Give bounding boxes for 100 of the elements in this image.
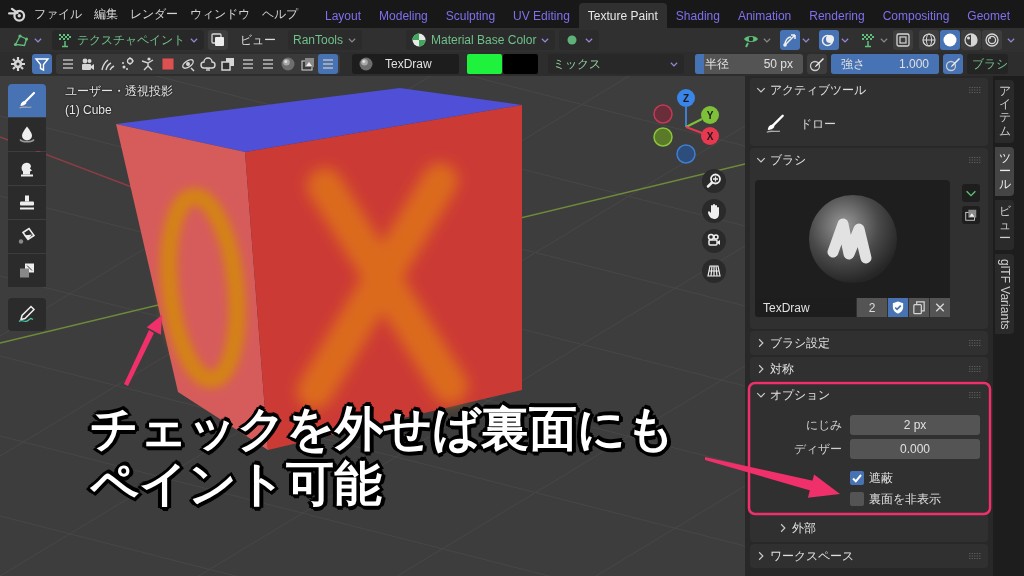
caret-icon <box>669 59 679 69</box>
blend-mode-dropdown[interactable]: ミックス <box>548 54 684 74</box>
grip-icon[interactable] <box>968 85 982 95</box>
pen-pressure-icon[interactable] <box>943 54 963 74</box>
sidebar-tab[interactable]: glTF Variants <box>995 253 1014 335</box>
workspace-tab[interactable]: Sculpting <box>436 3 505 28</box>
sidebar-tab[interactable]: アイテム <box>995 80 1014 143</box>
filter-icon[interactable] <box>32 54 52 74</box>
hand-icon[interactable] <box>702 199 726 223</box>
panel-header[interactable]: ブラシ設定 <box>750 331 988 355</box>
color-swatch-icon[interactable] <box>467 54 502 74</box>
image-icon[interactable] <box>962 206 980 224</box>
pen-pressure-icon[interactable] <box>807 54 827 74</box>
workspace-tab[interactable]: Rendering <box>800 3 874 28</box>
negative-x-axis-handle[interactable] <box>653 104 673 124</box>
sidebar-tab[interactable]: ツール <box>995 146 1014 197</box>
caret-icon <box>879 35 889 45</box>
caret-icon <box>347 35 358 45</box>
finger-icon[interactable] <box>8 152 46 185</box>
settings-icon[interactable] <box>8 54 28 74</box>
panel-header[interactable]: オプション <box>750 383 988 407</box>
workspace-tab[interactable]: Geomet <box>958 3 1020 28</box>
grip-icon[interactable] <box>968 155 982 165</box>
logo-icon[interactable] <box>8 5 26 23</box>
caret-icon[interactable] <box>962 184 980 202</box>
panel-header[interactable]: ワークスペース <box>750 544 988 568</box>
field-label: ディザー <box>793 440 842 458</box>
camera-icon[interactable] <box>702 229 726 253</box>
radius-slider[interactable]: 半径 50 px <box>695 54 803 74</box>
zoom-icon[interactable] <box>702 169 726 193</box>
grid-icon[interactable] <box>702 259 726 283</box>
workspace-tab[interactable]: Modeling <box>370 3 437 28</box>
wireframe-sphere-icon[interactable] <box>919 30 939 50</box>
material-sphere-icon <box>411 32 428 48</box>
gizmo-icon[interactable] <box>780 30 800 50</box>
grip-icon[interactable] <box>968 551 982 561</box>
grip-icon[interactable] <box>968 364 982 374</box>
brush-menu-button[interactable]: ブラシ <box>967 54 1008 74</box>
drop-icon[interactable] <box>8 118 46 151</box>
bucket-icon[interactable] <box>8 220 46 253</box>
panel-header[interactable]: 対称 <box>750 357 988 381</box>
number-field[interactable]: 2 px <box>850 415 980 435</box>
object-name: (1) Cube <box>65 102 113 119</box>
checkbox[interactable] <box>850 492 864 506</box>
mode-dropdown[interactable]: テクスチャペイント <box>52 30 204 50</box>
menu-item[interactable]: レンダー <box>124 3 184 25</box>
solid-sphere-icon[interactable] <box>940 30 960 50</box>
view-name: ユーザー・透視投影 <box>65 83 173 100</box>
caret-icon <box>584 35 595 45</box>
overlay-icon[interactable] <box>819 30 839 50</box>
shield-icon[interactable] <box>888 298 908 317</box>
caret-icon <box>189 35 199 45</box>
number-field[interactable]: 0.000 <box>850 439 980 459</box>
panel-header[interactable]: ブラシ <box>750 148 988 172</box>
caret-icon <box>33 35 43 45</box>
checkbox[interactable] <box>850 471 864 485</box>
workspace-tab[interactable]: Shading <box>666 3 729 28</box>
paint-slot-dropdown[interactable]: Material Base Color <box>406 30 556 50</box>
brush-icon <box>764 113 786 135</box>
brush-preview[interactable] <box>755 180 950 298</box>
half-sphere-icon[interactable] <box>961 30 981 50</box>
y-axis-handle[interactable]: Y <box>685 106 719 128</box>
workspace-tab[interactable]: UV Editing <box>504 3 579 28</box>
pencil-icon[interactable] <box>8 298 46 331</box>
tool-name: ドロー <box>800 115 836 133</box>
color-swatch-icon[interactable] <box>503 54 538 74</box>
checkbox-label: 裏面を非表示 <box>869 490 941 508</box>
negative-z-axis-handle[interactable] <box>676 144 696 164</box>
mask-icon[interactable] <box>8 254 46 287</box>
slot-dropdown[interactable] <box>559 30 600 50</box>
close-icon[interactable] <box>930 298 950 317</box>
brush-icon[interactable] <box>8 84 46 117</box>
strength-slider[interactable]: 強さ 1.000 <box>831 54 939 74</box>
cloud-icon[interactable] <box>198 54 218 74</box>
addon-dropdown[interactable]: RanTools <box>288 30 363 50</box>
negative-y-axis-handle[interactable] <box>653 127 673 147</box>
grip-icon[interactable] <box>968 338 982 348</box>
copy-icon[interactable] <box>909 298 929 317</box>
user-count[interactable]: 2 <box>857 298 887 317</box>
stamp-icon[interactable] <box>8 186 46 219</box>
grip-icon[interactable] <box>968 390 982 400</box>
xray-icon[interactable] <box>893 30 913 50</box>
ring-sphere-icon[interactable] <box>982 30 1002 50</box>
brush-name-field[interactable]: TexDraw <box>755 298 856 317</box>
sidebar-tab[interactable]: ビュー <box>995 200 1014 250</box>
caret-icon <box>762 35 772 45</box>
z-axis-handle[interactable]: Z <box>677 89 695 128</box>
workspace-tab[interactable]: Layout <box>316 3 371 28</box>
menu-item[interactable]: ヘルプ <box>256 3 304 25</box>
menu-item[interactable]: 編集 <box>88 3 124 25</box>
subpanel-header[interactable]: 外部 <box>772 516 980 540</box>
workspace-tab[interactable]: Texture Paint <box>578 3 667 28</box>
pointer-arrow <box>124 315 162 386</box>
workspace-tab[interactable]: Compositing <box>873 3 959 28</box>
workspace-tab[interactable]: Animation <box>728 3 801 28</box>
view-menu[interactable]: ビュー <box>232 30 284 50</box>
menu-item[interactable]: ファイル <box>28 3 88 25</box>
menu-item[interactable]: ウィンドウ <box>184 3 256 25</box>
overlap-icon[interactable] <box>208 30 228 50</box>
panel-header[interactable]: アクティブツール <box>750 78 988 102</box>
